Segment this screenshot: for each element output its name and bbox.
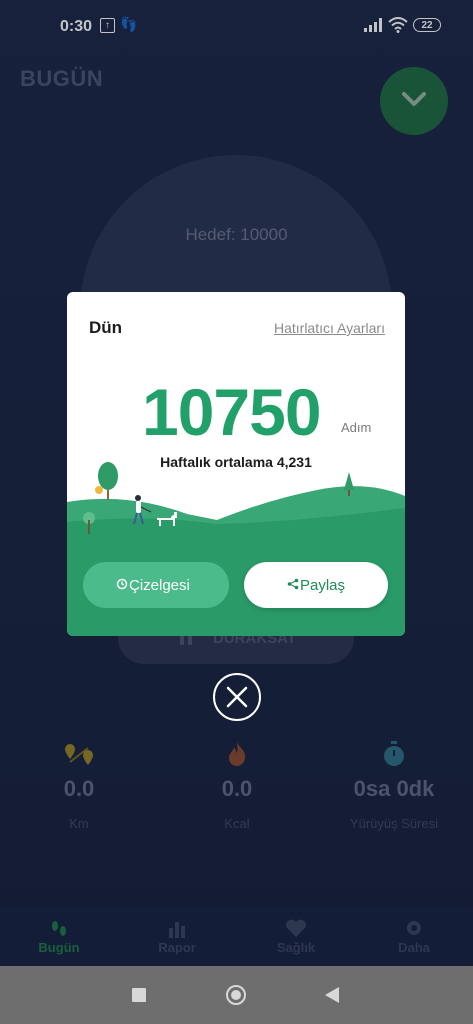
recent-apps-button[interactable] (132, 988, 146, 1002)
share-button[interactable]: Paylaş (244, 562, 388, 608)
close-dialog-button[interactable] (213, 673, 261, 721)
home-button[interactable] (226, 985, 246, 1005)
share-button-label: Paylaş (300, 577, 346, 594)
step-unit: Adım (341, 420, 372, 435)
back-button[interactable] (325, 987, 339, 1003)
reminder-settings-link[interactable]: Hatırlatıcı Ayarları (274, 320, 385, 336)
share-icon (287, 578, 299, 590)
yesterday-summary-dialog: Dün Hatırlatıcı Ayarları 10750 Adım Haft… (67, 292, 405, 636)
landscape-illustration (67, 462, 405, 636)
step-count: 10750 (142, 375, 322, 449)
system-navigation-bar (0, 966, 473, 1024)
chart-button[interactable]: Çizelgesi (83, 562, 229, 608)
close-icon (226, 686, 248, 708)
app-screen: 0:30 ↑ 👣 22 BUGÜN Hedef: 10000 DURAKSAT (0, 0, 473, 966)
history-icon (116, 578, 128, 590)
chart-button-label: Çizelgesi (129, 577, 190, 594)
dialog-title: Dün (89, 318, 123, 337)
